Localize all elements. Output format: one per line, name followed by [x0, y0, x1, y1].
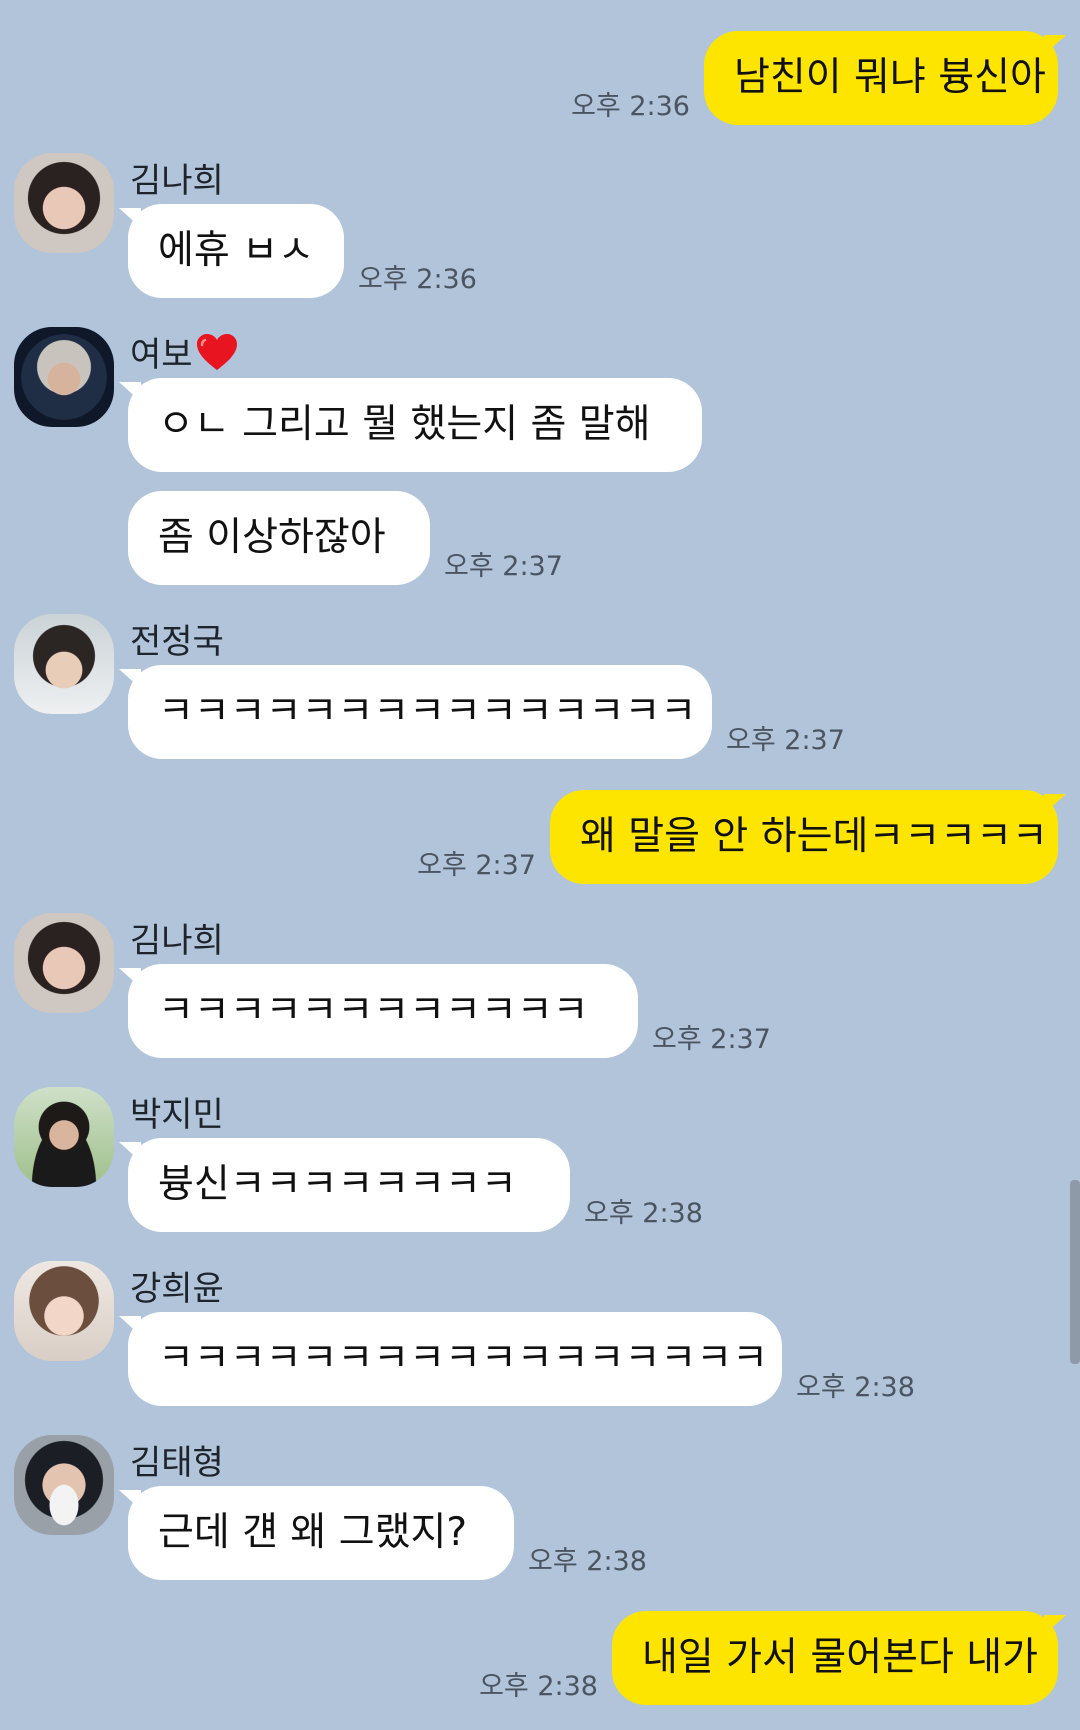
- sender-name: 김나희: [130, 161, 224, 201]
- message-bubble[interactable]: 좀 이상하잖아: [128, 491, 430, 585]
- avatar[interactable]: [14, 1087, 114, 1187]
- message-bubble[interactable]: 왜 말을 안 하는데ㅋㅋㅋㅋㅋ: [550, 790, 1066, 884]
- message-time: 오후 2:36: [571, 91, 690, 122]
- sender-name: 전정국: [130, 622, 224, 662]
- message-time: 오후 2:37: [444, 551, 563, 582]
- message-row: ㅇㄴ 그리고 뭘 했는지 좀 말해: [119, 378, 702, 472]
- scrollbar[interactable]: [1070, 1180, 1080, 1364]
- message-row: 에휴 ㅂㅅ 오후 2:36: [119, 204, 477, 298]
- avatar[interactable]: [14, 614, 114, 714]
- message-bubble[interactable]: 내일 가서 물어본다 내가: [612, 1611, 1066, 1705]
- message-row: ㅋㅋㅋㅋㅋㅋㅋㅋㅋㅋㅋㅋㅋㅋㅋㅋㅋ 오후 2:38: [119, 1312, 915, 1406]
- message-bubble[interactable]: 븅신ㅋㅋㅋㅋㅋㅋㅋㅋ: [119, 1138, 570, 1232]
- outgoing-message[interactable]: 오후 2:38 내일 가서 물어본다 내가: [479, 1611, 1066, 1705]
- message-bubble[interactable]: ㅋㅋㅋㅋㅋㅋㅋㅋㅋㅋㅋㅋㅋㅋㅋㅋㅋ: [119, 1312, 782, 1406]
- message-row: 근데 걘 왜 그랬지? 오후 2:38: [119, 1486, 647, 1580]
- message-time: 오후 2:38: [584, 1198, 703, 1229]
- message-bubble[interactable]: 근데 걘 왜 그랬지?: [119, 1486, 514, 1580]
- message-row: 븅신ㅋㅋㅋㅋㅋㅋㅋㅋ 오후 2:38: [119, 1138, 703, 1232]
- sender-name: 여보: [130, 327, 239, 376]
- message-bubble[interactable]: ㅋㅋㅋㅋㅋㅋㅋㅋㅋㅋㅋㅋㅋㅋㅋ: [119, 665, 712, 759]
- message-time: 오후 2:37: [417, 850, 536, 881]
- message-time: 오후 2:38: [528, 1546, 647, 1577]
- message-bubble[interactable]: 에휴 ㅂㅅ: [119, 204, 344, 298]
- avatar[interactable]: [14, 327, 114, 427]
- message-row: ㅋㅋㅋㅋㅋㅋㅋㅋㅋㅋㅋㅋㅋㅋㅋ 오후 2:37: [119, 665, 845, 759]
- sender-name: 김태형: [130, 1443, 224, 1483]
- outgoing-message[interactable]: 오후 2:37 왜 말을 안 하는데ㅋㅋㅋㅋㅋ: [417, 790, 1066, 884]
- sender-name: 박지민: [130, 1095, 224, 1135]
- message-time: 오후 2:38: [796, 1372, 915, 1403]
- avatar[interactable]: [14, 1435, 114, 1535]
- message-bubble[interactable]: ㅇㄴ 그리고 뭘 했는지 좀 말해: [119, 378, 702, 472]
- message-row: ㅋㅋㅋㅋㅋㅋㅋㅋㅋㅋㅋㅋ 오후 2:37: [119, 964, 771, 1058]
- avatar[interactable]: [14, 913, 114, 1013]
- message-time: 오후 2:38: [479, 1671, 598, 1702]
- message-bubble[interactable]: ㅋㅋㅋㅋㅋㅋㅋㅋㅋㅋㅋㅋ: [119, 964, 638, 1058]
- message-time: 오후 2:37: [726, 725, 845, 756]
- outgoing-message[interactable]: 오후 2:36 남친이 뭐냐 븅신아: [571, 31, 1066, 125]
- sender-name-text: 여보: [130, 335, 193, 375]
- avatar[interactable]: [14, 1261, 114, 1361]
- sender-name: 강희윤: [130, 1269, 224, 1309]
- message-time: 오후 2:37: [652, 1024, 771, 1055]
- message-row: 좀 이상하잖아 오후 2:37: [128, 491, 563, 585]
- chat-room: 오후 2:36 남친이 뭐냐 븅신아 김나희 에휴 ㅂㅅ 오후 2:36 여보 …: [0, 0, 1080, 1730]
- avatar[interactable]: [14, 153, 114, 253]
- sender-name: 김나희: [130, 921, 224, 961]
- red-heart-icon: [196, 333, 237, 370]
- message-bubble[interactable]: 남친이 뭐냐 븅신아: [704, 31, 1066, 125]
- message-time: 오후 2:36: [358, 264, 477, 295]
